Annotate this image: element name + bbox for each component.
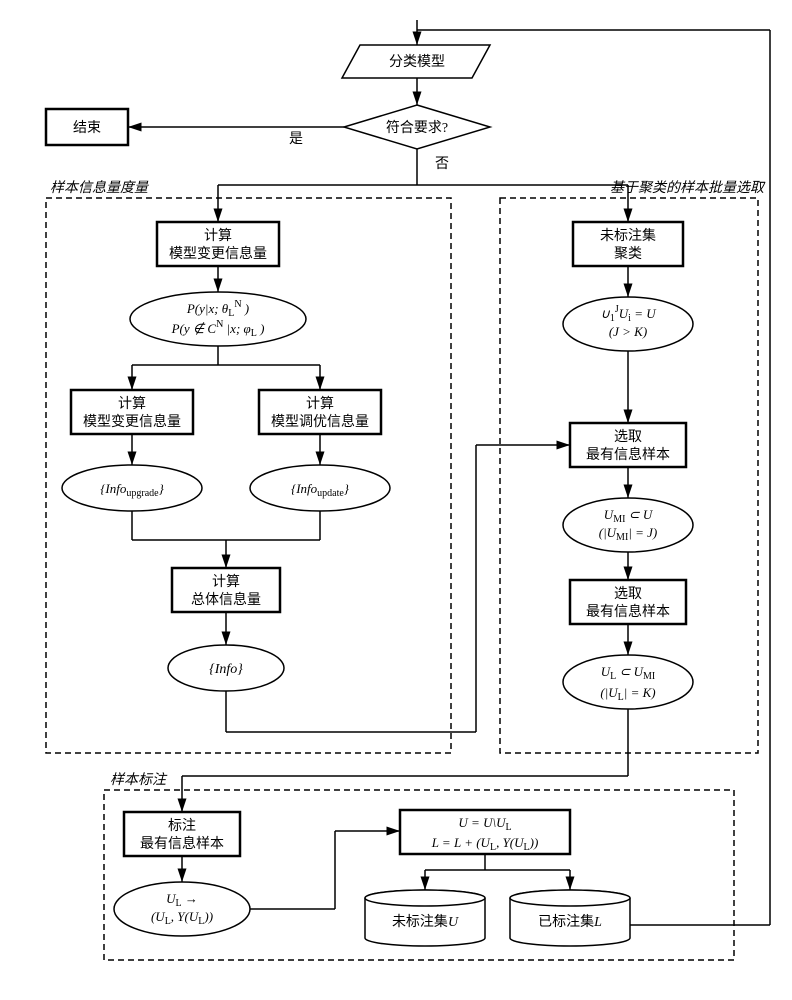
bottom-section-title: 样本标注 [110, 772, 168, 788]
select-2-node: 选取 最有信息样本 [570, 580, 686, 624]
svg-text:最有信息样本: 最有信息样本 [586, 446, 670, 463]
svg-text:计算: 计算 [212, 574, 240, 590]
svg-text:模型变更信息量: 模型变更信息量 [169, 245, 267, 262]
svg-text:最有信息样本: 最有信息样本 [586, 603, 670, 620]
info-ellipse: {Info} [168, 645, 284, 691]
svg-text:最有信息样本: 最有信息样本 [140, 835, 224, 852]
svg-text:标注: 标注 [168, 818, 196, 834]
select-1-node: 选取 最有信息样本 [570, 423, 686, 467]
end-node: 结束 [46, 109, 128, 145]
svg-text:(J > K): (J > K) [609, 324, 647, 339]
svg-text:模型变更信息量: 模型变更信息量 [83, 413, 181, 430]
calc-change-2-node: 计算 模型变更信息量 [71, 390, 193, 434]
svg-text:已标注集L: 已标注集L [538, 913, 602, 930]
select-1-result-ellipse: UMI ⊂ U (|UMI| = J) [563, 498, 693, 552]
svg-text:计算: 计算 [306, 396, 334, 412]
calc-tune-node: 计算 模型调优信息量 [259, 390, 381, 434]
svg-text:计算: 计算 [118, 396, 146, 412]
decision-node: 符合要求? [344, 105, 490, 149]
annotate-node: 标注 最有信息样本 [124, 812, 240, 856]
classification-model-node: 分类模型 [342, 45, 490, 78]
svg-text:选取: 选取 [614, 429, 642, 445]
svg-text:{Info}: {Info} [209, 662, 243, 677]
left-section-title: 样本信息量度量 [50, 180, 150, 196]
svg-text:未标注集U: 未标注集U [392, 913, 459, 930]
svg-text:模型调优信息量: 模型调优信息量 [271, 413, 369, 430]
yes-label: 是 [289, 132, 303, 147]
end-label: 结束 [73, 120, 101, 136]
svg-text:未标注集: 未标注集 [600, 227, 656, 244]
svg-text:计算: 计算 [204, 228, 232, 244]
annotate-result-ellipse: UL → (UL, Y(UL)) [114, 882, 250, 936]
select-2-result-ellipse: UL ⊂ UMI (|UL| = K) [563, 655, 693, 709]
right-section-title: 基于聚类的样本批量选取 [610, 180, 766, 196]
cluster-node: 未标注集 聚类 [573, 222, 683, 266]
update-sets-node: U = U\UL L = L + (UL, Y(UL)) [400, 810, 570, 854]
model-label: 分类模型 [389, 54, 445, 70]
calc-change-1-node: 计算 模型变更信息量 [157, 222, 279, 266]
svg-text:选取: 选取 [614, 586, 642, 602]
svg-text:总体信息量: 总体信息量 [191, 591, 261, 608]
info-upgrade-ellipse: {Infoupgrade} [62, 465, 202, 511]
prob-ellipse: P(y|x; θLN ) P(y ∉ CN |x; φL ) [130, 292, 306, 346]
labeled-cylinder: 已标注集L [510, 890, 630, 946]
calc-total-node: 计算 总体信息量 [172, 568, 280, 612]
decision-label: 符合要求? [386, 120, 448, 136]
svg-text:聚类: 聚类 [614, 246, 642, 262]
no-label: 否 [435, 157, 449, 172]
unlabeled-cylinder: 未标注集U [365, 890, 485, 946]
info-update-ellipse: {Infoupdate} [250, 465, 390, 511]
cluster-result-ellipse: ∪1JUi = U (J > K) [563, 297, 693, 351]
